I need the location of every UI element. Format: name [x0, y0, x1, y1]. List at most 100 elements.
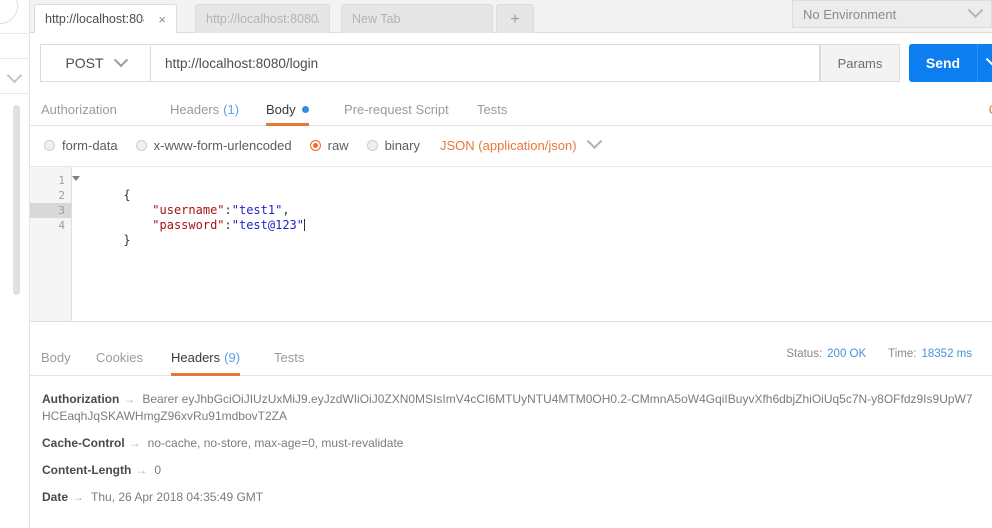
gutter-line-3: 3: [30, 203, 71, 218]
radio-binary[interactable]: binary: [366, 138, 420, 153]
json-value-username: "test1": [231, 203, 283, 217]
radio-x-www-form-urlencoded[interactable]: x-www-form-urlencoded: [135, 137, 292, 153]
status-label: Status:: [786, 348, 823, 360]
request-body-editor[interactable]: 1 2 3 4 { "username":"test1", "password"…: [30, 166, 992, 321]
json-colon: :: [224, 203, 232, 217]
chevron-down-icon: [967, 1, 984, 18]
radio-form-data[interactable]: form-data: [44, 138, 118, 153]
response-section-tabs: Body Cookies Headers (9) Tests Status: 2…: [30, 338, 992, 376]
left-sidebar-rail: [0, 0, 30, 528]
response-tab-headers-count: (9): [224, 349, 241, 365]
tab-headers-label: Headers: [170, 102, 220, 117]
time-label: Time:: [888, 348, 917, 360]
code-line-2: "username":"test1",: [80, 188, 992, 217]
request-tab-3[interactable]: New Tab: [341, 4, 493, 33]
send-options-button[interactable]: [977, 44, 992, 82]
gutter-line-2-number: 2: [58, 189, 65, 202]
tab-headers[interactable]: Headers (1): [170, 93, 239, 126]
content-type-dropdown[interactable]: JSON (application/json): [440, 132, 602, 153]
json-key-username: "username": [152, 203, 225, 217]
radio-icon: [366, 139, 378, 151]
response-divider[interactable]: [30, 321, 992, 322]
gutter-line-3-number: 3: [58, 204, 65, 217]
radio-form-data-label: form-data: [62, 137, 118, 153]
gutter-line-1: 1: [30, 173, 80, 188]
request-tab-1[interactable]: http://localhost:8080/ ×: [34, 4, 177, 33]
response-tab-body[interactable]: Body: [41, 338, 71, 376]
table-row: Date → Thu, 26 Apr 2018 04:35:49 GMT: [42, 483, 980, 510]
json-value-password: "test@123": [231, 218, 304, 232]
chevron-down-icon[interactable]: [6, 67, 23, 84]
response-tab-body-label: Body: [41, 349, 71, 365]
radio-x-www-form-urlencoded-label: x-www-form-urlencoded: [153, 137, 292, 153]
arrow-right-icon: →: [128, 436, 141, 450]
header-value: no-cache, no-store, max-age=0, must-reva…: [147, 436, 404, 450]
response-tab-headers[interactable]: Headers (9): [171, 338, 241, 376]
send-button[interactable]: Send: [909, 44, 977, 82]
status-badge: 200 OK: [827, 348, 867, 360]
request-tab-2-label: http://localhost:8080/cache: [206, 12, 319, 26]
json-colon: :: [224, 218, 232, 232]
tab-body[interactable]: Body: [266, 93, 309, 126]
code-link[interactable]: C: [989, 102, 992, 117]
new-tab-button[interactable]: +: [496, 4, 534, 34]
editor-code-area[interactable]: { "username":"test1", "password":"test@1…: [72, 167, 992, 321]
header-key: Content-Length: [42, 463, 132, 477]
fold-arrow-icon[interactable]: [72, 176, 80, 181]
response-tab-headers-label: Headers: [171, 349, 221, 365]
chevron-down-icon: [113, 53, 128, 68]
header-key: Authorization: [42, 392, 120, 406]
header-value: 0: [154, 463, 161, 477]
arrow-right-icon: →: [123, 392, 136, 406]
unsaved-dot-icon: [301, 106, 309, 113]
http-method-label: POST: [65, 55, 104, 71]
json-key-password: "password": [152, 218, 225, 232]
radio-icon: [44, 139, 55, 151]
table-row: Cache-Control → no-cache, no-store, max-ag…: [42, 429, 980, 456]
gutter-line-4-number: 4: [58, 219, 65, 232]
request-tab-3-label: New Tab: [352, 12, 401, 26]
tab-body-label: Body: [266, 102, 296, 117]
url-input[interactable]: http://localhost:8080/login: [150, 44, 820, 82]
tab-authorization[interactable]: Authorization: [41, 93, 117, 126]
params-button[interactable]: Params: [820, 44, 900, 82]
radio-icon-selected: [309, 139, 321, 151]
environment-selector[interactable]: No Environment: [792, 0, 992, 28]
text-cursor: [304, 219, 305, 231]
send-button-label: Send: [925, 55, 961, 71]
plus-icon: +: [510, 10, 520, 28]
radio-raw[interactable]: raw: [309, 138, 349, 153]
tab-tests[interactable]: Tests: [477, 93, 507, 126]
request-tab-2[interactable]: http://localhost:8080/cache: [195, 4, 330, 33]
radio-icon: [135, 139, 147, 151]
environment-selected-label: No Environment: [803, 6, 897, 22]
sidebar-divider-3: [0, 93, 30, 94]
code-line-1: {: [80, 173, 992, 202]
http-method-dropdown[interactable]: POST: [40, 44, 150, 82]
url-input-value: http://localhost:8080/login: [165, 55, 319, 71]
response-tab-cookies-label: Cookies: [96, 349, 143, 365]
code-line-1-text: {: [123, 188, 131, 202]
sidebar-scrollbar[interactable]: [13, 105, 20, 295]
response-tab-cookies[interactable]: Cookies: [96, 338, 143, 376]
body-type-selector: form-data x-www-form-urlencoded raw bina…: [30, 126, 992, 164]
code-line-4-text: }: [123, 233, 131, 247]
code-link-label: C: [989, 102, 992, 117]
header-key: Cache-Control: [42, 436, 125, 450]
close-icon[interactable]: ×: [158, 13, 166, 26]
request-tab-strip: http://localhost:8080/ × http://localhos…: [30, 0, 992, 34]
tab-authorization-label: Authorization: [41, 102, 117, 117]
content-type-label: JSON (application/json): [440, 137, 577, 153]
table-row: Authorization → Bearer eyJhbGciOiJIUzUxMiJ…: [42, 385, 980, 429]
tab-pre-request-script[interactable]: Pre-request Script: [344, 93, 449, 126]
response-tab-tests[interactable]: Tests: [274, 338, 304, 376]
params-button-label: Params: [837, 55, 883, 71]
tab-tests-label: Tests: [477, 102, 508, 117]
gutter-line-2: 2: [30, 188, 71, 203]
header-key: Date: [42, 490, 69, 504]
header-value: Thu, 26 Apr 2018 04:35:49 GMT: [91, 490, 264, 504]
json-comma: ,: [282, 203, 290, 217]
table-row: Content-Length → 0: [42, 456, 980, 483]
